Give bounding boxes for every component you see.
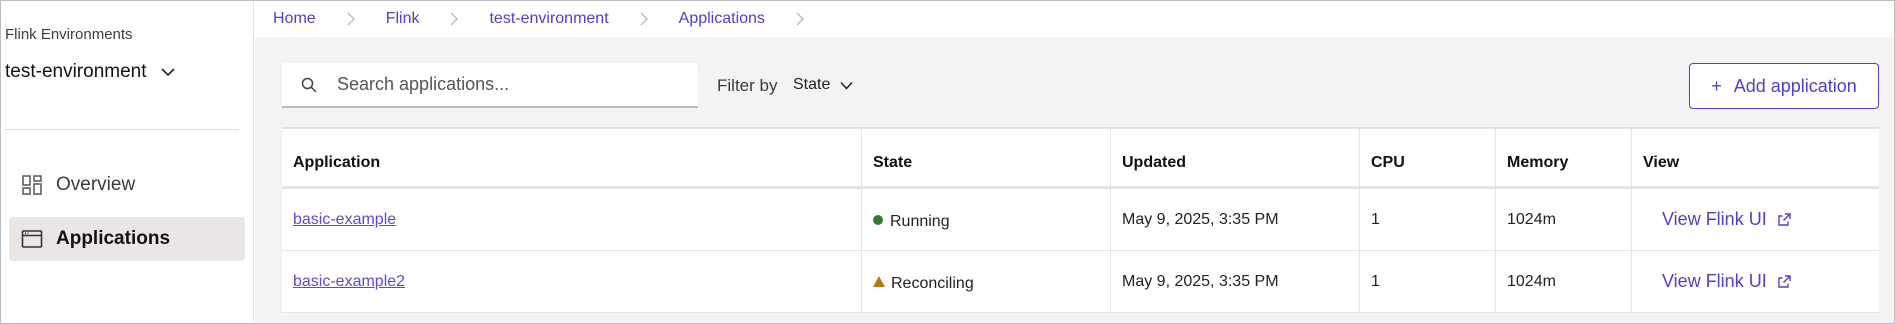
chevron-right-icon — [796, 12, 804, 26]
breadcrumb-applications[interactable]: Applications — [679, 10, 765, 28]
environment-selector[interactable]: test-environment — [5, 61, 175, 83]
chevron-down-icon — [160, 68, 175, 77]
table-header: Application State Updated CPU Memory Vie… — [282, 129, 1879, 189]
sidebar: Flink Environments test-environment Over… — [1, 1, 254, 323]
external-link-icon — [1778, 213, 1791, 226]
chevron-right-icon — [640, 12, 648, 26]
environments-label: Flink Environments — [5, 26, 133, 43]
cpu-cell: 1 — [1360, 251, 1496, 312]
state-filter-dropdown[interactable]: State — [793, 76, 853, 94]
table-row: basic-example2 Reconciling May 9, 2025, … — [282, 251, 1879, 313]
column-header-updated[interactable]: Updated — [1111, 129, 1360, 186]
breadcrumb-environment[interactable]: test-environment — [489, 10, 608, 28]
sidebar-item-overview[interactable]: Overview — [9, 163, 245, 207]
chevron-right-icon — [450, 12, 459, 26]
sidebar-item-applications[interactable]: Applications — [9, 217, 245, 261]
column-header-state[interactable]: State — [862, 129, 1111, 186]
state-text: Reconciling — [891, 274, 974, 292]
state-text: Running — [890, 212, 950, 230]
search-input[interactable] — [337, 74, 677, 95]
memory-cell: 1024m — [1496, 251, 1632, 312]
column-header-view: View — [1643, 153, 1680, 171]
sidebar-divider — [5, 129, 239, 130]
view-cell: View Flink UI — [1632, 251, 1879, 312]
state-cell: Running — [862, 189, 1111, 250]
add-application-label: Add application — [1733, 75, 1857, 96]
state-cell: Reconciling — [862, 251, 1111, 312]
view-flink-ui-label: View Flink UI — [1662, 271, 1767, 291]
view-cell: View Flink UI — [1632, 189, 1879, 250]
updated-cell: May 9, 2025, 3:35 PM — [1111, 189, 1360, 250]
breadcrumb: Home Flink test-environment Applications — [255, 1, 1894, 37]
warning-triangle-icon — [873, 276, 885, 287]
memory-cell: 1024m — [1496, 189, 1632, 250]
view-flink-ui-link[interactable]: View Flink UI — [1662, 271, 1792, 292]
sidebar-item-label: Applications — [56, 228, 171, 249]
dashboard-icon — [20, 173, 44, 197]
browser-window-icon — [20, 227, 44, 251]
application-link[interactable]: basic-example2 — [293, 273, 405, 291]
plus-icon: + — [1711, 75, 1722, 96]
column-header-memory[interactable]: Memory — [1496, 129, 1632, 186]
chevron-right-icon — [347, 12, 355, 26]
view-flink-ui-label: View Flink UI — [1662, 209, 1767, 229]
view-flink-ui-link[interactable]: View Flink UI — [1662, 209, 1792, 230]
application-link[interactable]: basic-example — [293, 211, 396, 229]
column-header-cpu[interactable]: CPU — [1360, 129, 1496, 186]
search-box — [282, 63, 698, 108]
cpu-cell: 1 — [1360, 189, 1496, 250]
column-header-application[interactable]: Application — [282, 129, 862, 186]
applications-table: Application State Updated CPU Memory Vie… — [282, 127, 1879, 313]
table-row: basic-example Running May 9, 2025, 3:35 … — [282, 189, 1879, 251]
add-application-button[interactable]: + Add application — [1689, 63, 1879, 109]
environment-name: test-environment — [5, 61, 147, 82]
application-cell: basic-example2 — [282, 251, 862, 312]
filter-value: State — [793, 76, 831, 93]
search-icon — [301, 77, 317, 93]
running-status-icon — [873, 214, 883, 225]
breadcrumb-home[interactable]: Home — [273, 10, 316, 28]
updated-cell: May 9, 2025, 3:35 PM — [1111, 251, 1360, 312]
filter-label: Filter by — [717, 76, 778, 95]
main-content: Home Flink test-environment Applications… — [255, 1, 1894, 323]
sidebar-item-label: Overview — [56, 174, 136, 195]
chevron-down-icon — [840, 81, 853, 90]
application-cell: basic-example — [282, 189, 862, 250]
external-link-icon — [1778, 275, 1791, 288]
breadcrumb-flink[interactable]: Flink — [386, 10, 420, 28]
